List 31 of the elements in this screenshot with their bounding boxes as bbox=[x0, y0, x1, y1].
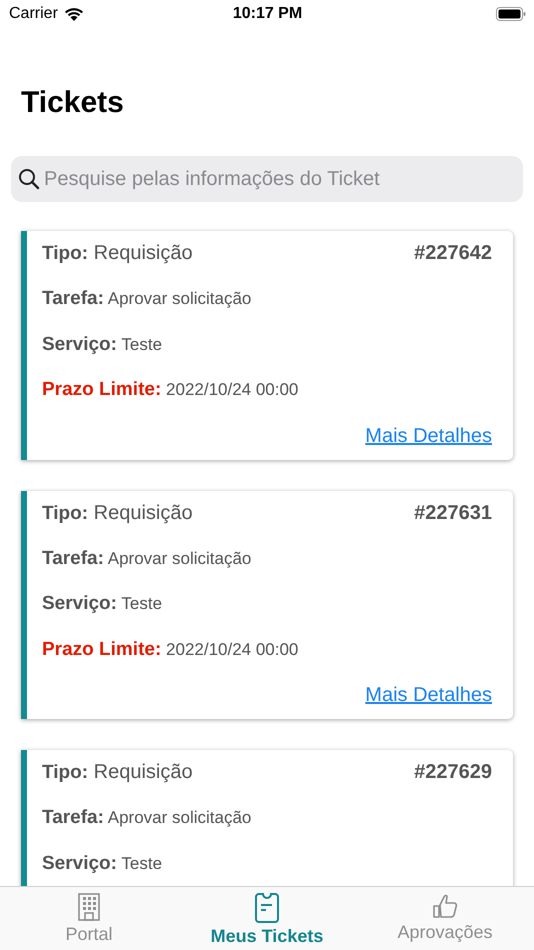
ticket-type: Tipo: Requisição bbox=[42, 241, 193, 266]
tab-item[interactable]: Portal bbox=[0, 887, 178, 950]
ticket-card[interactable]: Tipo: Requisição #227631 Tarefa: Aprovar solicitação Serviço: Teste Prazo Limite: 2022/10/24 00:00 Mais Detalhes bbox=[21, 490, 513, 719]
ticket-number: #227642 bbox=[414, 241, 492, 265]
page-title: Tickets bbox=[21, 86, 125, 120]
building-icon bbox=[78, 893, 100, 921]
ticket-card[interactable]: Tipo: Requisição #227629 Tarefa: Aprovar solicitação Serviço: Teste bbox=[21, 750, 513, 886]
ticket-icon bbox=[255, 893, 279, 923]
thumbs-up-icon bbox=[432, 893, 458, 919]
battery-icon bbox=[496, 7, 526, 21]
wifi-icon bbox=[64, 6, 84, 22]
ticket-type: Tipo: Requisição bbox=[42, 760, 193, 785]
search-field[interactable]: Pesquise pelas informações do Ticket bbox=[11, 156, 523, 202]
details-link[interactable]: Mais Detalhes bbox=[365, 424, 492, 448]
ticket-task: Tarefa: Aprovar solicitação bbox=[42, 546, 252, 570]
carrier-label: Carrier bbox=[9, 5, 58, 23]
ticket-deadline: Prazo Limite: 2022/10/24 00:00 bbox=[42, 638, 298, 662]
ticket-service: Serviço: Teste bbox=[42, 852, 162, 876]
tab-item[interactable]: Meus Tickets bbox=[178, 887, 356, 950]
ticket-service: Serviço: Teste bbox=[42, 592, 162, 616]
ticket-deadline: Prazo Limite: 2022/10/24 00:00 bbox=[42, 378, 298, 402]
details-link[interactable]: Mais Detalhes bbox=[365, 683, 492, 707]
ticket-number: #227629 bbox=[414, 760, 492, 784]
clock: 10:17 PM bbox=[232, 5, 302, 23]
ticket-type: Tipo: Requisição bbox=[42, 500, 193, 526]
ticket-card[interactable]: Tipo: Requisição #227642 Tarefa: Aprovar solicitação Serviço: Teste Prazo Limite: 2022/10/24 00:00 Mais Detalhes bbox=[21, 231, 513, 460]
tab-item[interactable]: Aprovações bbox=[356, 887, 534, 950]
ticket-task: Tarefa: Aprovar solicitação bbox=[42, 287, 252, 311]
ticket-task: Tarefa: Aprovar solicitação bbox=[42, 806, 252, 830]
ticket-service: Serviço: Teste bbox=[42, 332, 162, 356]
ticket-number: #227631 bbox=[414, 500, 492, 524]
